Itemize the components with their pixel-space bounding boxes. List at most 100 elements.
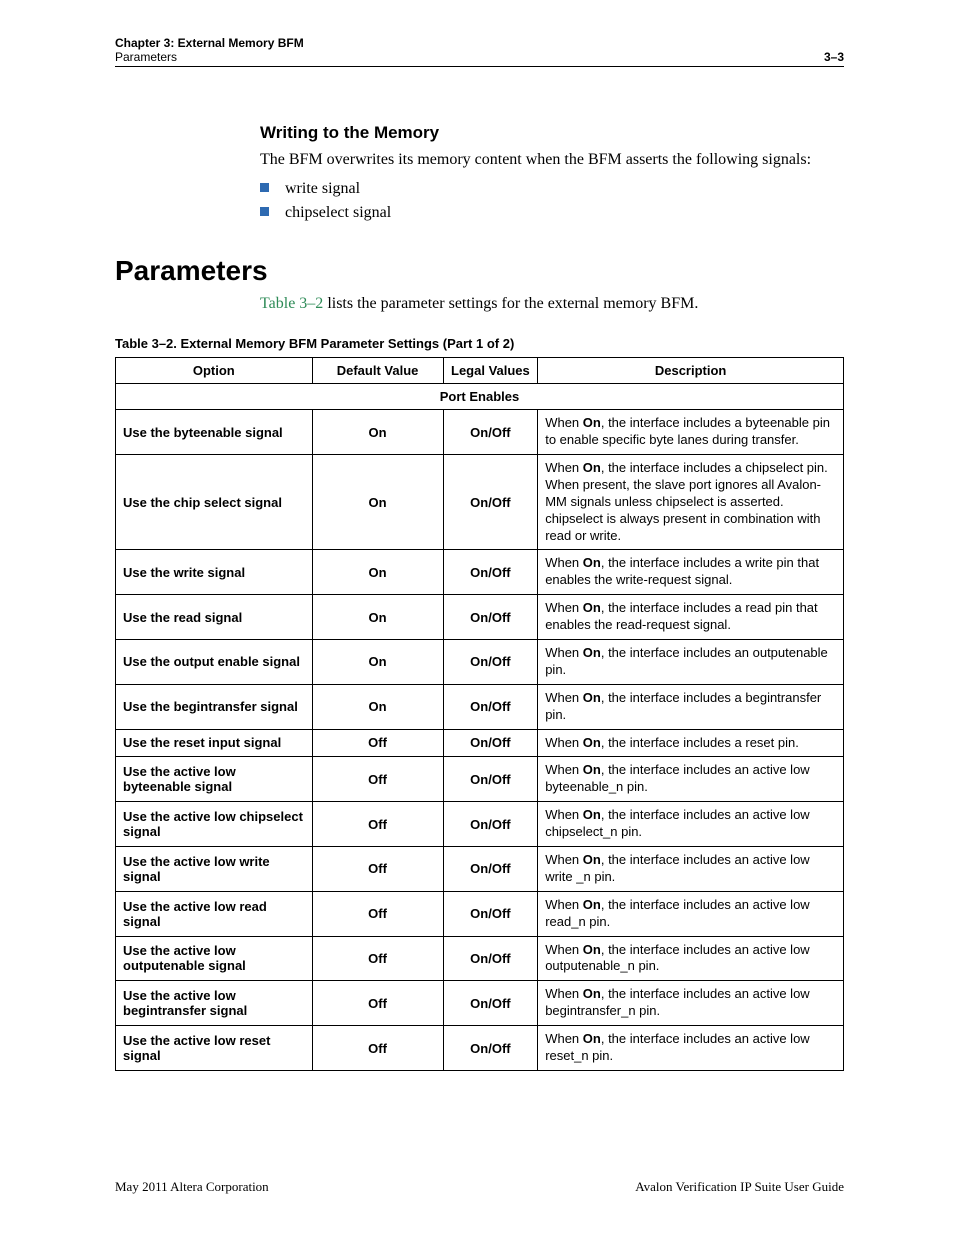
cell-desc: When On, the interface includes an activ… — [538, 802, 844, 847]
cell-legal: On/Off — [443, 454, 538, 549]
table-ref-link[interactable]: Table 3–2 — [260, 295, 323, 312]
cell-option: Use the active low reset signal — [116, 1026, 313, 1071]
page-number: 3–3 — [824, 50, 844, 64]
cell-desc: When On, the interface includes a reset … — [538, 729, 844, 757]
cell-desc: When On, the interface includes a begint… — [538, 684, 844, 729]
parameter-table: Option Default Value Legal Values Descri… — [115, 357, 844, 1071]
bullet-item: chipselect signal — [260, 201, 844, 225]
square-bullet-icon — [260, 207, 269, 216]
table-row: Use the output enable signalOnOn/OffWhen… — [116, 639, 844, 684]
cell-default: Off — [312, 981, 443, 1026]
section-body: The BFM overwrites its memory content wh… — [260, 149, 844, 171]
col-option: Option — [116, 358, 313, 384]
cell-option: Use the active low begintransfer signal — [116, 981, 313, 1026]
table-row: Use the write signalOnOn/OffWhen On, the… — [116, 550, 844, 595]
cell-desc: When On, the interface includes a write … — [538, 550, 844, 595]
table-group-row: Port Enables — [116, 384, 844, 410]
footer-right: Avalon Verification IP Suite User Guide — [635, 1179, 844, 1195]
cell-default: Off — [312, 936, 443, 981]
cell-desc: When On, the interface includes an activ… — [538, 757, 844, 802]
cell-desc: When On, the interface includes an activ… — [538, 981, 844, 1026]
section-title: Writing to the Memory — [260, 123, 844, 143]
cell-desc: When On, the interface includes an outpu… — [538, 639, 844, 684]
cell-option: Use the write signal — [116, 550, 313, 595]
cell-legal: On/Off — [443, 639, 538, 684]
cell-option: Use the output enable signal — [116, 639, 313, 684]
col-desc: Description — [538, 358, 844, 384]
cell-legal: On/Off — [443, 595, 538, 640]
table-row: Use the active low chipselect signalOffO… — [116, 802, 844, 847]
cell-legal: On/Off — [443, 981, 538, 1026]
table-row: Use the byteenable signalOnOn/OffWhen On… — [116, 410, 844, 455]
table-row: Use the active low read signalOffOn/OffW… — [116, 891, 844, 936]
table-row: Use the active low reset signalOffOn/Off… — [116, 1026, 844, 1071]
cell-desc: When On, the interface includes an activ… — [538, 1026, 844, 1071]
parameters-heading: Parameters — [115, 255, 844, 287]
cell-option: Use the begintransfer signal — [116, 684, 313, 729]
cell-option: Use the byteenable signal — [116, 410, 313, 455]
bullet-text: chipselect signal — [285, 204, 391, 221]
header-left: Chapter 3: External Memory BFM Parameter… — [115, 36, 304, 64]
cell-desc: When On, the interface includes an activ… — [538, 936, 844, 981]
cell-default: Off — [312, 891, 443, 936]
bullet-item: write signal — [260, 177, 844, 201]
header-rule — [115, 66, 844, 67]
group-label: Port Enables — [116, 384, 844, 410]
cell-legal: On/Off — [443, 802, 538, 847]
cell-legal: On/Off — [443, 1026, 538, 1071]
table-head-row: Option Default Value Legal Values Descri… — [116, 358, 844, 384]
section-writing: Writing to the Memory The BFM overwrites… — [115, 123, 844, 225]
page: Chapter 3: External Memory BFM Parameter… — [0, 0, 954, 1235]
cell-default: On — [312, 639, 443, 684]
table-row: Use the reset input signalOffOn/OffWhen … — [116, 729, 844, 757]
col-default: Default Value — [312, 358, 443, 384]
table-row: Use the read signalOnOn/OffWhen On, the … — [116, 595, 844, 640]
cell-legal: On/Off — [443, 936, 538, 981]
cell-option: Use the active low byteenable signal — [116, 757, 313, 802]
chapter-sub: Parameters — [115, 50, 177, 64]
cell-default: Off — [312, 757, 443, 802]
cell-default: Off — [312, 1026, 443, 1071]
square-bullet-icon — [260, 183, 269, 192]
col-legal: Legal Values — [443, 358, 538, 384]
table-caption: Table 3–2. External Memory BFM Parameter… — [115, 336, 844, 351]
page-header: Chapter 3: External Memory BFM Parameter… — [115, 36, 844, 64]
cell-legal: On/Off — [443, 550, 538, 595]
table-row: Use the active low write signalOffOn/Off… — [116, 847, 844, 892]
bullet-text: write signal — [285, 180, 360, 197]
cell-default: On — [312, 595, 443, 640]
table-row: Use the begintransfer signalOnOn/OffWhen… — [116, 684, 844, 729]
cell-desc: When On, the interface includes a read p… — [538, 595, 844, 640]
cell-legal: On/Off — [443, 847, 538, 892]
cell-legal: On/Off — [443, 891, 538, 936]
cell-desc: When On, the interface includes a chipse… — [538, 454, 844, 549]
table-row: Use the active low outputenable signalOf… — [116, 936, 844, 981]
cell-default: On — [312, 410, 443, 455]
page-footer: May 2011 Altera Corporation Avalon Verif… — [115, 1179, 844, 1195]
cell-default: On — [312, 550, 443, 595]
cell-desc: When On, the interface includes an activ… — [538, 847, 844, 892]
cell-default: Off — [312, 802, 443, 847]
cell-option: Use the chip select signal — [116, 454, 313, 549]
footer-left: May 2011 Altera Corporation — [115, 1179, 269, 1195]
parameters-intro: Table 3–2 lists the parameter settings f… — [260, 293, 844, 315]
cell-legal: On/Off — [443, 684, 538, 729]
cell-legal: On/Off — [443, 757, 538, 802]
chapter-label: Chapter 3: External Memory BFM — [115, 36, 304, 50]
cell-legal: On/Off — [443, 729, 538, 757]
bullet-list: write signal chipselect signal — [260, 177, 844, 225]
table-row: Use the active low byteenable signalOffO… — [116, 757, 844, 802]
cell-option: Use the active low read signal — [116, 891, 313, 936]
cell-default: Off — [312, 847, 443, 892]
cell-option: Use the active low outputenable signal — [116, 936, 313, 981]
cell-default: On — [312, 454, 443, 549]
table-body: Port Enables Use the byteenable signalOn… — [116, 384, 844, 1071]
cell-desc: When On, the interface includes a byteen… — [538, 410, 844, 455]
cell-option: Use the read signal — [116, 595, 313, 640]
cell-option: Use the active low chipselect signal — [116, 802, 313, 847]
cell-option: Use the reset input signal — [116, 729, 313, 757]
cell-legal: On/Off — [443, 410, 538, 455]
cell-desc: When On, the interface includes an activ… — [538, 891, 844, 936]
table-row: Use the chip select signalOnOn/OffWhen O… — [116, 454, 844, 549]
parameters-intro-text: lists the parameter settings for the ext… — [323, 295, 698, 312]
